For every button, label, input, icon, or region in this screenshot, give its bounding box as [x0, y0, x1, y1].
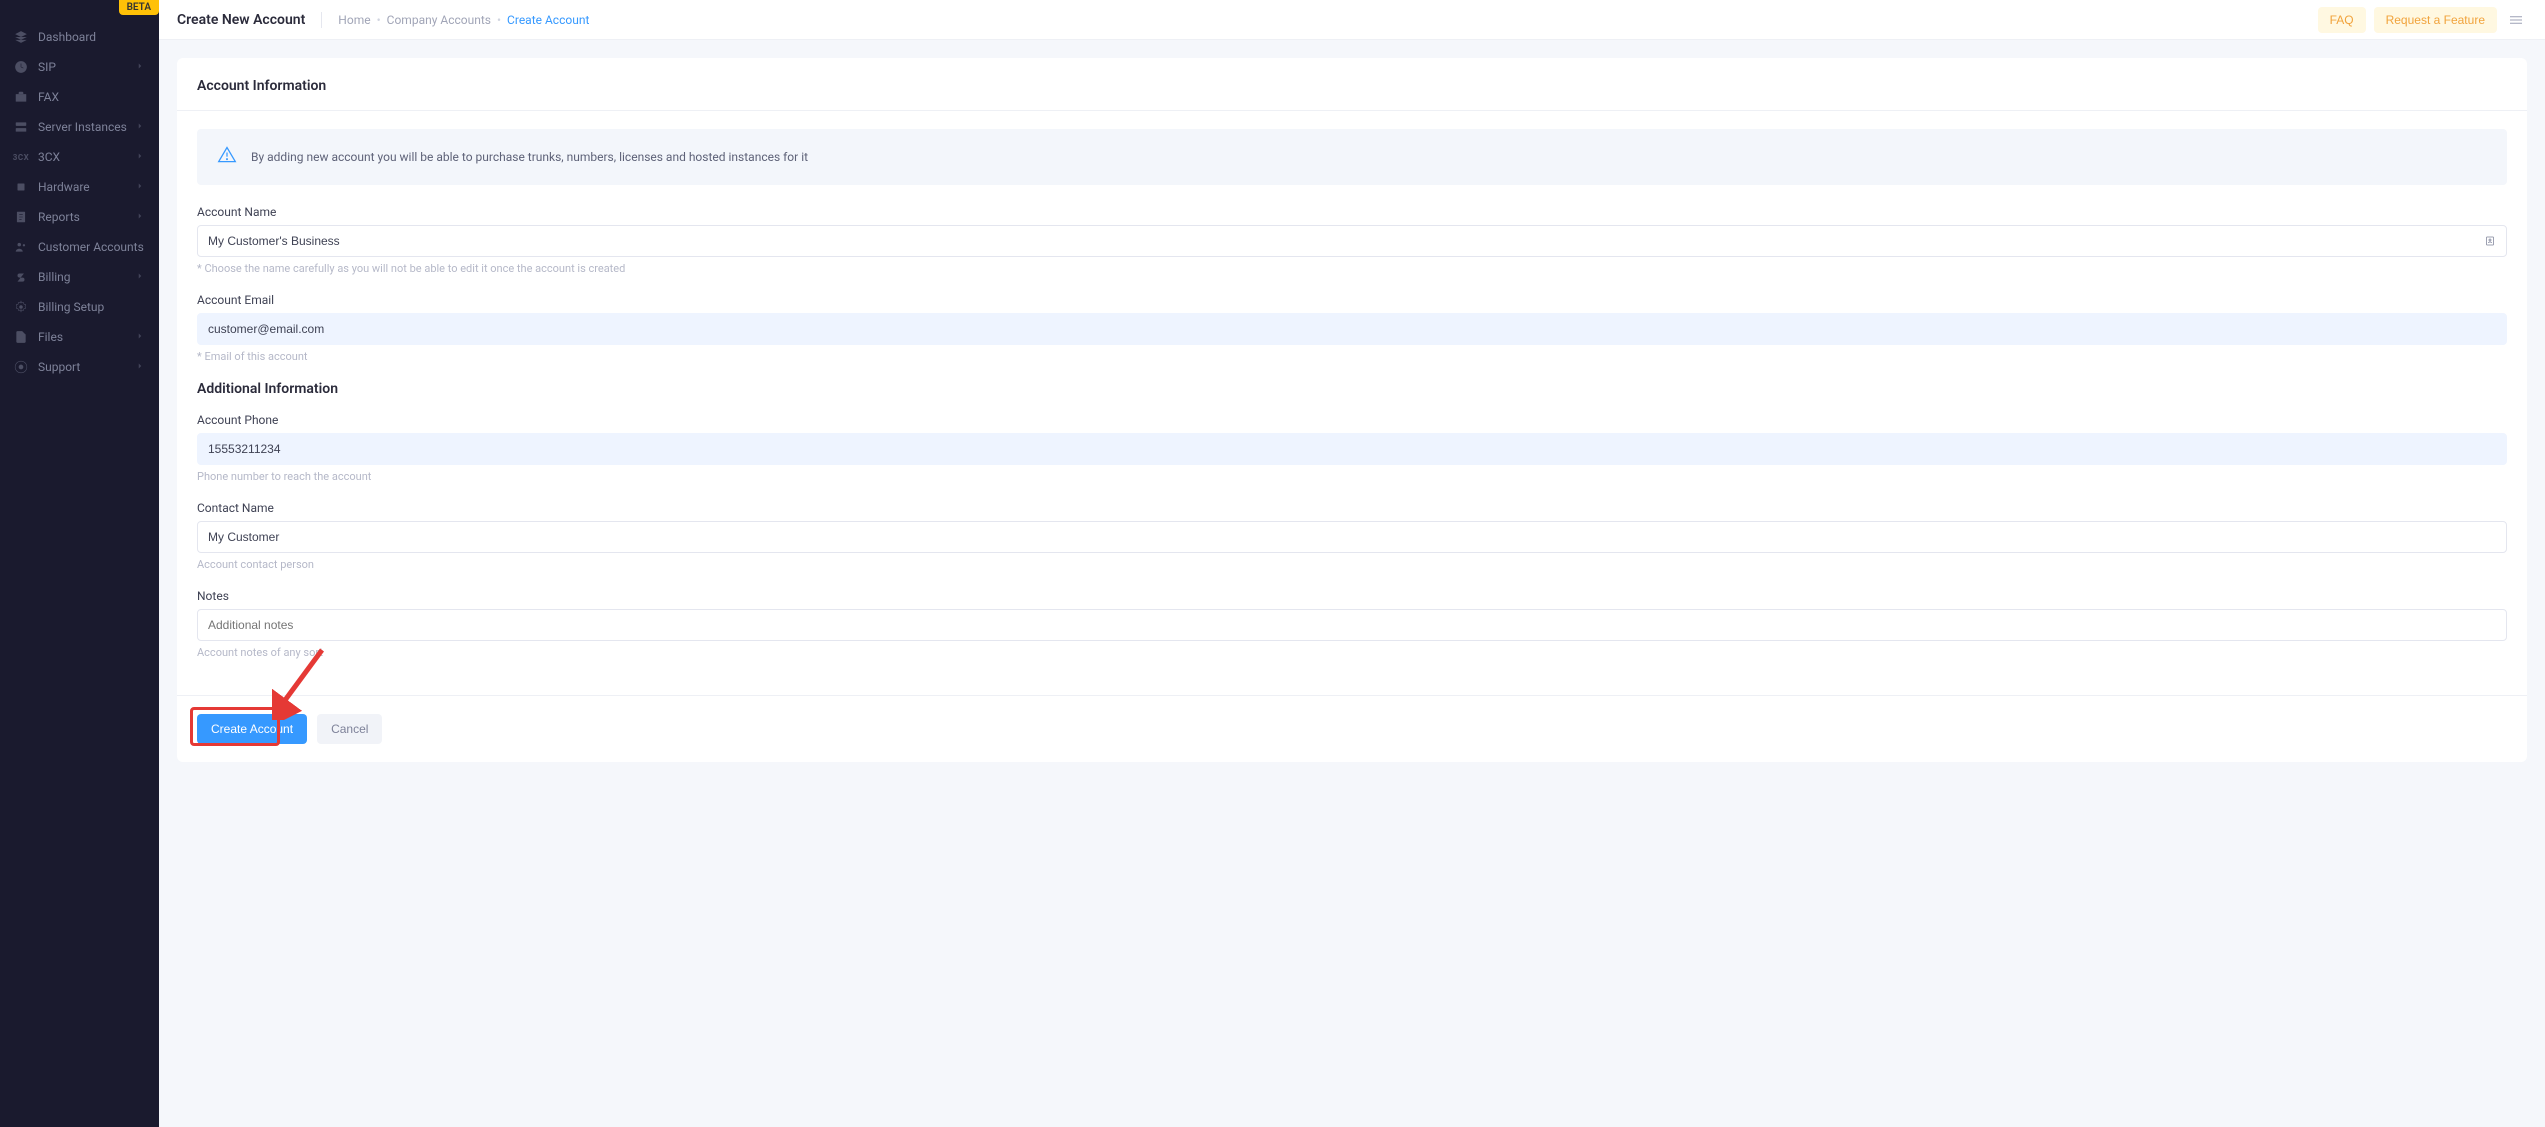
chevron-right-icon [135, 210, 145, 224]
contact-label: Contact Name [197, 501, 2507, 515]
sidebar-item-label: Support [38, 360, 135, 374]
phone-label: Account Phone [197, 413, 2507, 427]
main: Create New Account Home • Company Accoun… [159, 0, 2545, 1127]
account-name-input[interactable] [197, 225, 2507, 257]
chevron-right-icon [135, 120, 145, 134]
sidebar-item-label: 3CX [38, 150, 135, 164]
chevron-right-icon [135, 330, 145, 344]
sidebar-item-files[interactable]: Files [0, 322, 159, 352]
sidebar-item-customer-accounts[interactable]: Customer Accounts [0, 232, 159, 262]
breadcrumb-item[interactable]: Company Accounts [387, 13, 491, 27]
form-group-account-email: Account Email * Email of this account [197, 293, 2507, 363]
contact-input[interactable] [197, 521, 2507, 553]
form-group-phone: Account Phone Phone number to reach the … [197, 413, 2507, 483]
sidebar-item-support[interactable]: Support [0, 352, 159, 382]
sidebar-item-label: Server Instances [38, 120, 135, 134]
chevron-right-icon [135, 360, 145, 374]
sidebar-item-3cx[interactable]: 3CX 3CX [0, 142, 159, 172]
card-header: Account Information [177, 58, 2527, 111]
sidebar-item-label: Dashboard [38, 30, 145, 44]
chevron-right-icon [135, 60, 145, 74]
form-group-contact: Contact Name Account contact person [197, 501, 2507, 571]
phone-input[interactable] [197, 433, 2507, 465]
form-group-account-name: Account Name * Choose the name carefully… [197, 205, 2507, 275]
notes-label: Notes [197, 589, 2507, 603]
sidebar-item-label: FAX [38, 90, 145, 104]
form-group-notes: Notes Account notes of any sort [197, 589, 2507, 659]
request-feature-button[interactable]: Request a Feature [2374, 7, 2497, 33]
sidebar-item-label: Billing [38, 270, 135, 284]
account-email-label: Account Email [197, 293, 2507, 307]
info-box: By adding new account you will be able t… [197, 129, 2507, 185]
account-email-hint: * Email of this account [197, 350, 2507, 363]
sidebar-item-reports[interactable]: Reports [0, 202, 159, 232]
account-name-label: Account Name [197, 205, 2507, 219]
briefcase-icon [14, 90, 28, 104]
sidebar-item-label: SIP [38, 60, 135, 74]
sidebar-item-sip[interactable]: SIP [0, 52, 159, 82]
faq-button[interactable]: FAQ [2318, 7, 2366, 33]
section-title: Additional Information [197, 381, 2507, 397]
sidebar-nav: Dashboard SIP FAX Server Instances 3CX 3… [0, 0, 159, 382]
clock-icon [14, 60, 28, 74]
3cx-icon: 3CX [14, 150, 28, 164]
sidebar-item-label: Hardware [38, 180, 135, 194]
card-footer: Create Account Cancel [177, 695, 2527, 762]
phone-hint: Phone number to reach the account [197, 470, 2507, 483]
support-icon [14, 360, 28, 374]
chip-icon [14, 180, 28, 194]
beta-badge: BETA [119, 0, 159, 15]
chevron-right-icon [135, 150, 145, 164]
header-actions: FAQ Request a Feature [2318, 7, 2527, 33]
breadcrumb-item-active[interactable]: Create Account [507, 13, 589, 27]
sidebar-item-label: Billing Setup [38, 300, 145, 314]
sidebar-item-label: Reports [38, 210, 135, 224]
content: Account Information By adding new accoun… [159, 40, 2545, 780]
sidebar-item-billing[interactable]: Billing [0, 262, 159, 292]
header: Create New Account Home • Company Accoun… [159, 0, 2545, 40]
report-icon [14, 210, 28, 224]
warning-icon [217, 145, 237, 169]
sidebar-item-server-instances[interactable]: Server Instances [0, 112, 159, 142]
dollar-icon [14, 270, 28, 284]
users-icon [14, 240, 28, 254]
sidebar: BETA Dashboard SIP FAX Server Instances [0, 0, 159, 1127]
account-email-input[interactable] [197, 313, 2507, 345]
sidebar-item-billing-setup[interactable]: Billing Setup [0, 292, 159, 322]
info-box-text: By adding new account you will be able t… [251, 150, 808, 164]
form-card: Account Information By adding new accoun… [177, 58, 2527, 762]
server-icon [14, 120, 28, 134]
breadcrumb-separator: • [497, 13, 501, 27]
breadcrumb: Home • Company Accounts • Create Account [338, 13, 589, 27]
contact-card-icon[interactable] [2483, 234, 2497, 248]
sidebar-item-label: Files [38, 330, 135, 344]
notes-input[interactable] [197, 609, 2507, 641]
menu-icon[interactable] [2505, 9, 2527, 31]
contact-hint: Account contact person [197, 558, 2507, 571]
sidebar-item-hardware[interactable]: Hardware [0, 172, 159, 202]
gear-icon [14, 300, 28, 314]
sidebar-item-dashboard[interactable]: Dashboard [0, 22, 159, 52]
card-body: By adding new account you will be able t… [177, 111, 2527, 695]
section-title: Account Information [197, 78, 2507, 94]
notes-hint: Account notes of any sort [197, 646, 2507, 659]
chevron-right-icon [135, 270, 145, 284]
chevron-right-icon [135, 180, 145, 194]
sidebar-item-label: Customer Accounts [38, 240, 145, 254]
sidebar-item-fax[interactable]: FAX [0, 82, 159, 112]
breadcrumb-item[interactable]: Home [338, 13, 370, 27]
file-icon [14, 330, 28, 344]
create-account-button[interactable]: Create Account [197, 714, 307, 744]
cancel-button[interactable]: Cancel [317, 714, 382, 744]
breadcrumb-separator: • [377, 13, 381, 27]
page-title: Create New Account [177, 12, 322, 28]
account-name-hint: * Choose the name carefully as you will … [197, 262, 2507, 275]
layers-icon [14, 30, 28, 44]
